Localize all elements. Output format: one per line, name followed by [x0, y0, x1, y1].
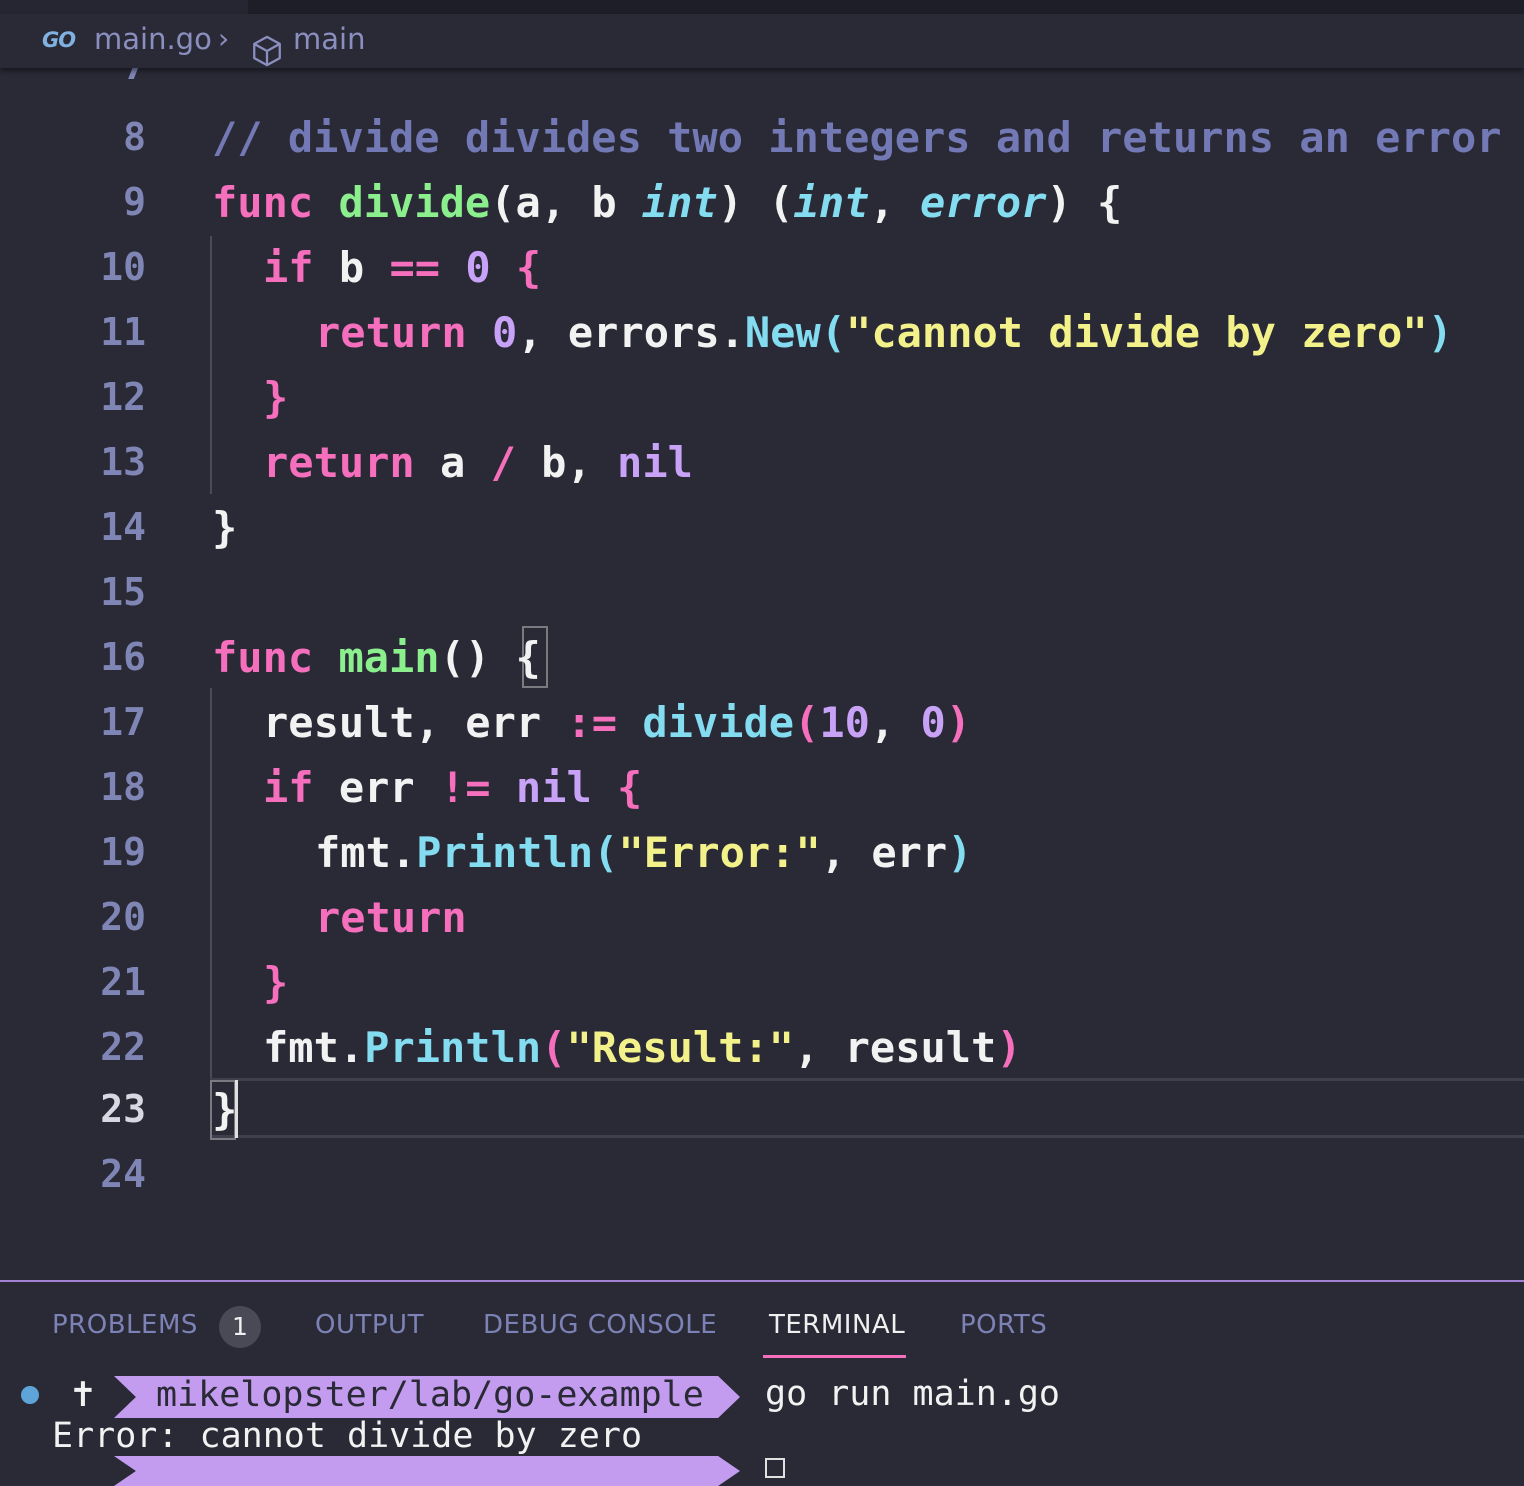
- tab-output[interactable]: OUTPUT: [315, 1310, 424, 1340]
- code-text: if err != nil {: [263, 763, 643, 812]
- command-status-icon: [21, 1386, 39, 1404]
- code-line[interactable]: 12 }: [0, 365, 1524, 430]
- code-line[interactable]: 14 }: [0, 495, 1524, 560]
- code-text: return a / b, nil: [263, 438, 693, 487]
- code-editor[interactable]: 7 8 // divide divides two integers and r…: [0, 68, 1524, 1280]
- code-text: }: [212, 1085, 238, 1134]
- code-line-current[interactable]: 23 }: [0, 1077, 1524, 1142]
- code-line[interactable]: 17 result, err := divide(10, 0): [0, 690, 1524, 755]
- code-text: fmt.Println("Error:", err): [315, 828, 973, 877]
- code-text: }: [263, 958, 289, 1007]
- code-text: func divide(a, b int) (int, error) {: [212, 178, 1123, 227]
- problems-count-badge: 1: [219, 1306, 261, 1348]
- line-number: 18: [100, 765, 146, 809]
- terminal-cursor: [765, 1458, 785, 1478]
- code-text: result, err := divide(10, 0): [263, 698, 972, 747]
- code-line[interactable]: 13 return a / b, nil: [0, 430, 1524, 495]
- code-line[interactable]: 9 func divide(a, b int) (int, error) {: [0, 170, 1524, 235]
- line-number: 10: [100, 245, 146, 289]
- cube-icon: [253, 35, 281, 67]
- code-text: }: [212, 503, 238, 552]
- breadcrumb-file[interactable]: main.go: [94, 22, 212, 56]
- code-line[interactable]: 11 return 0, errors.New("cannot divide b…: [0, 300, 1524, 365]
- text-cursor: [235, 1080, 238, 1138]
- code-text: }: [263, 373, 289, 422]
- line-number: 7: [0, 68, 146, 99]
- code-text: return 0, errors.New("cannot divide by z…: [315, 308, 1453, 357]
- code-text: func main() {: [212, 633, 541, 682]
- code-line[interactable]: 21 }: [0, 950, 1524, 1015]
- tab-problems[interactable]: PROBLEMS: [52, 1310, 198, 1340]
- code-text: if b == 0 {: [263, 243, 542, 292]
- line-number: 13: [100, 440, 146, 484]
- code-line: 7: [0, 68, 1524, 99]
- code-line[interactable]: 8 // divide divides two integers and ret…: [0, 105, 1524, 170]
- active-tab-indicator: [763, 1355, 906, 1358]
- prompt-symbol: ✝: [52, 1374, 114, 1416]
- bottom-panel: PROBLEMS 1 OUTPUT DEBUG CONSOLE TERMINAL…: [0, 1280, 1524, 1486]
- terminal-output: Error: cannot divide by zero: [52, 1416, 643, 1456]
- code-line[interactable]: 10 if b == 0 {: [0, 235, 1524, 300]
- line-number: 8: [123, 115, 146, 159]
- line-number: 12: [100, 375, 146, 419]
- line-number: 20: [100, 895, 146, 939]
- code-line[interactable]: 18 if err != nil {: [0, 755, 1524, 820]
- line-number: 17: [100, 700, 146, 744]
- code-line[interactable]: 19 fmt.Println("Error:", err): [0, 820, 1524, 885]
- line-number: 24: [100, 1152, 146, 1196]
- line-number: 22: [100, 1025, 146, 1069]
- line-number: 15: [100, 570, 146, 614]
- code-line[interactable]: 16 func main() {: [0, 625, 1524, 690]
- tab-ports[interactable]: PORTS: [960, 1310, 1047, 1340]
- code-comment: // divide divides two integers and retur…: [212, 113, 1502, 162]
- line-number: 16: [100, 635, 146, 679]
- terminal-command: go run main.go: [765, 1374, 1061, 1414]
- code-line[interactable]: 20 return: [0, 885, 1524, 950]
- line-number: 14: [100, 505, 146, 549]
- go-icon: GO: [42, 28, 76, 52]
- code-line[interactable]: 24: [0, 1142, 1524, 1207]
- tab-debug-console[interactable]: DEBUG CONSOLE: [483, 1310, 717, 1340]
- breadcrumb-symbol[interactable]: main: [293, 22, 365, 56]
- line-number: 23: [100, 1087, 146, 1131]
- prompt-path-segment: [114, 1456, 740, 1486]
- prompt-path: mikelopster/lab/go-example: [156, 1375, 704, 1415]
- code-text: fmt.Println("Result:", result): [263, 1023, 1022, 1072]
- code-line[interactable]: 22 fmt.Println("Result:", result): [0, 1015, 1524, 1080]
- chevron-right-icon: ›: [218, 22, 230, 55]
- line-number: 19: [100, 830, 146, 874]
- tab-terminal[interactable]: TERMINAL: [769, 1310, 905, 1340]
- editor-tab-edge: [0, 0, 248, 14]
- breadcrumb: GO main.go › main: [0, 14, 1524, 68]
- line-number: 21: [100, 960, 146, 1004]
- line-number: 11: [100, 310, 146, 354]
- title-strip: [0, 0, 1524, 14]
- code-text: return: [315, 893, 467, 942]
- code-line[interactable]: 15: [0, 560, 1524, 625]
- line-number: 9: [123, 180, 146, 224]
